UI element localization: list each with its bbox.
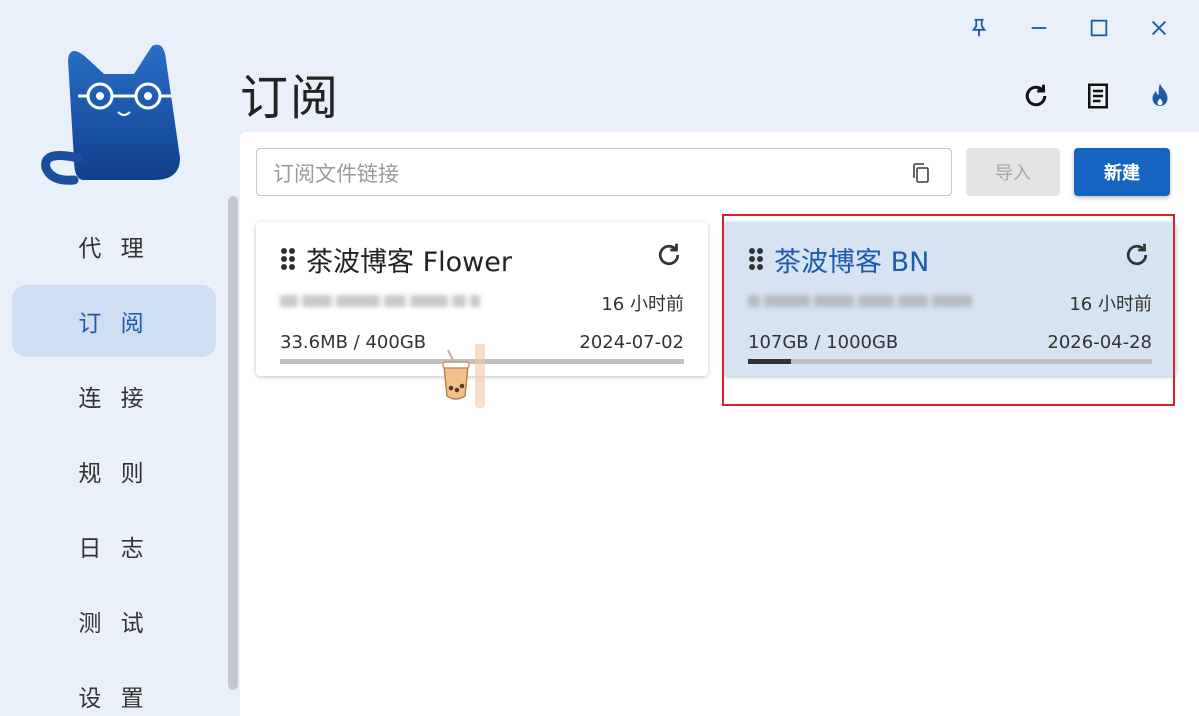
window-controls bbox=[949, 10, 1189, 46]
maximize-button[interactable] bbox=[1069, 10, 1129, 46]
subscription-url-input[interactable] bbox=[271, 159, 895, 189]
profile-updated: 16 小时前 bbox=[601, 294, 684, 315]
sidebar: 代 理 订 阅 连 接 规 则 日 志 测 试 设 置 bbox=[0, 0, 238, 716]
close-icon bbox=[1151, 20, 1167, 36]
sidebar-item-rules[interactable]: 规 则 bbox=[12, 435, 216, 507]
sidebar-item-connections[interactable]: 连 接 bbox=[12, 360, 216, 432]
pin-icon bbox=[971, 18, 987, 37]
paste-icon[interactable] bbox=[909, 161, 933, 185]
sidebar-item-settings[interactable]: 设 置 bbox=[12, 660, 216, 716]
bubble-tea-watermark-icon bbox=[442, 344, 485, 408]
refresh-icon[interactable] bbox=[654, 240, 684, 270]
document-icon bbox=[1088, 83, 1108, 109]
sidebar-item-test[interactable]: 测 试 bbox=[12, 585, 216, 657]
logs-button[interactable] bbox=[1067, 76, 1129, 116]
profile-url-blurred bbox=[280, 294, 480, 308]
sidebar-item-logs[interactable]: 日 志 bbox=[12, 510, 216, 582]
import-button[interactable]: 导入 bbox=[966, 148, 1060, 196]
refresh-icon bbox=[1025, 84, 1047, 107]
sidebar-item-subscriptions[interactable]: 订 阅 bbox=[12, 285, 216, 357]
pin-button[interactable] bbox=[949, 10, 1009, 46]
hot-button[interactable] bbox=[1129, 76, 1191, 116]
cat-logo bbox=[41, 44, 180, 185]
profile-usage: 33.6MB / 400GB bbox=[280, 332, 427, 353]
profile-name: 茶波博客 Flower bbox=[306, 247, 512, 278]
highlight-annotation bbox=[722, 214, 1175, 406]
profile-expire: 2024-07-02 bbox=[579, 332, 684, 353]
refresh-all-button[interactable] bbox=[1005, 76, 1067, 116]
minimize-button[interactable] bbox=[1009, 10, 1069, 46]
maximize-icon bbox=[1090, 19, 1108, 37]
header-actions bbox=[1005, 76, 1191, 116]
subscription-url-field[interactable] bbox=[256, 148, 952, 196]
sidebar-nav: 代 理 订 阅 连 接 规 则 日 志 测 试 设 置 bbox=[12, 210, 216, 716]
page-title: 订阅 bbox=[240, 70, 341, 126]
minimize-icon bbox=[1031, 27, 1047, 29]
new-button[interactable]: 新建 bbox=[1074, 148, 1170, 196]
sidebar-item-proxy[interactable]: 代 理 bbox=[12, 210, 216, 282]
drag-handle-icon[interactable] bbox=[280, 246, 296, 272]
fire-icon bbox=[1152, 83, 1168, 106]
close-button[interactable] bbox=[1129, 10, 1189, 46]
sidebar-scrollbar[interactable] bbox=[228, 196, 238, 690]
